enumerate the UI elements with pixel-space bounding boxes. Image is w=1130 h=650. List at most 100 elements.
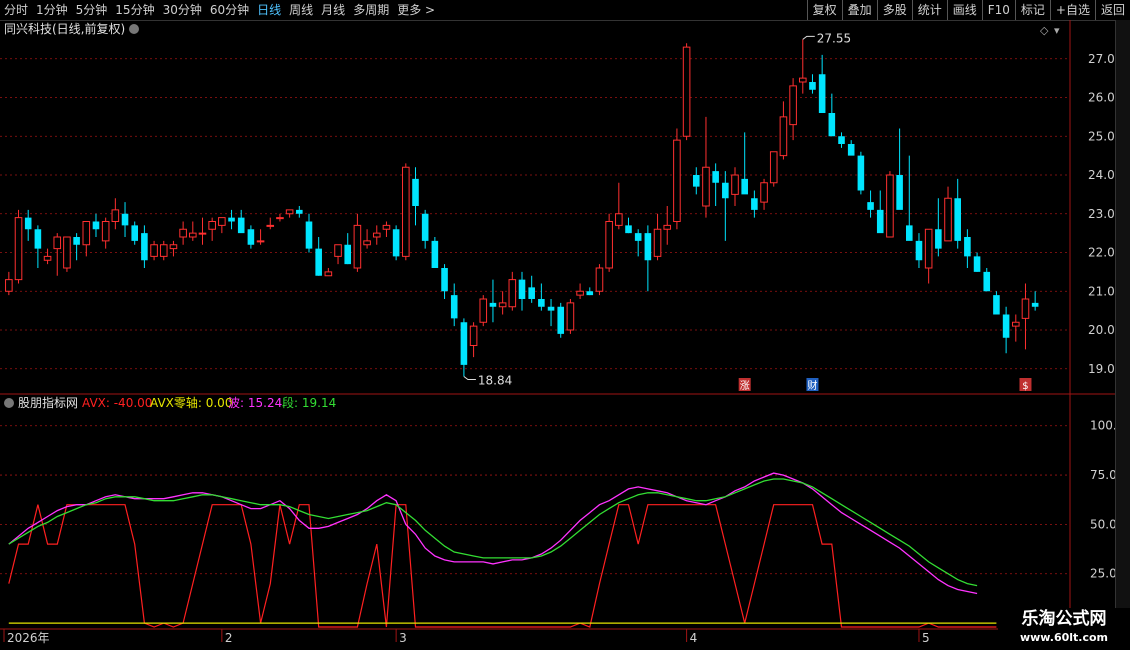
event-marker[interactable]: 财 [807,379,817,392]
candle-body[interactable] [712,171,719,183]
candle-body[interactable] [421,213,429,241]
candle-body[interactable] [372,232,381,238]
tab-period-8[interactable]: 月线 [317,0,349,20]
kline-chart[interactable]: 同兴科技(日线,前复权) ◇ ▾ 19.00 20.00 21.00 22.00 23.00 2… [0,20,1116,650]
candle-body[interactable] [973,256,981,272]
candle-body[interactable] [634,233,642,241]
tool-button-1[interactable]: 叠加 [841,0,877,20]
candle-body[interactable] [798,77,807,83]
candle-body[interactable] [296,209,303,214]
tab-period-4[interactable]: 30分钟 [159,0,206,20]
avx-line[interactable] [8,504,997,628]
candle-body[interactable] [576,290,584,296]
tool-button-7[interactable]: +自选 [1049,0,1095,20]
tab-period-9[interactable]: 多周期 [349,0,393,20]
candle-body[interactable] [625,225,632,234]
candle-body[interactable] [121,213,129,226]
candle-body[interactable] [198,232,207,235]
candle-body[interactable] [538,299,545,307]
candle-body[interactable] [528,287,535,299]
candle-body[interactable] [276,217,284,220]
indicator-dropdown-icon[interactable] [4,398,14,408]
candle-body[interactable] [324,271,333,277]
candle-body[interactable] [82,221,91,246]
candle-body[interactable] [731,174,739,195]
candle-body[interactable] [392,229,400,257]
candle-body[interactable] [896,175,903,210]
candle-body[interactable] [208,221,216,230]
candle-body[interactable] [179,228,187,238]
diamond-icon[interactable]: ◇ [1040,24,1049,37]
candle-body[interactable] [141,233,148,261]
candle-body[interactable] [692,175,700,187]
candle-body[interactable] [159,244,168,257]
candle-body[interactable] [954,198,961,241]
candle-body[interactable] [441,268,448,292]
candle-body[interactable] [653,228,662,257]
candle-body[interactable] [131,225,139,241]
candle-body[interactable] [867,202,874,210]
tab-period-2[interactable]: 5分钟 [72,0,112,20]
candle-body[interactable] [789,85,797,126]
candle-body[interactable] [886,174,894,238]
event-marker[interactable]: 涨 [740,380,750,392]
candle-body[interactable] [189,232,197,238]
wave-line[interactable] [8,472,978,595]
candle-body[interactable] [682,46,691,137]
tool-button-8[interactable]: 返回 [1094,0,1130,20]
candle-body[interactable] [828,113,836,137]
candle-body[interactable] [53,236,62,250]
candle-body[interactable] [479,298,488,323]
candle-body[interactable] [924,228,933,269]
candle-body[interactable] [431,240,439,268]
candle-body[interactable] [857,155,865,191]
settings-caret-icon[interactable]: ▾ [1054,24,1060,37]
candle-body[interactable] [218,217,226,226]
candle-body[interactable] [915,240,923,261]
event-marker[interactable]: $ [1022,381,1028,392]
candle-body[interactable] [944,197,952,242]
candle-body[interactable] [769,151,778,184]
candle-body[interactable] [63,236,71,269]
candle-body[interactable] [1031,302,1039,307]
tab-period-5[interactable]: 60分钟 [206,0,253,20]
tab-period-10[interactable]: 更多 > [393,0,439,20]
candle-body[interactable] [228,217,235,222]
candle-body[interactable] [285,209,294,215]
candle-body[interactable] [24,217,32,230]
candle-body[interactable] [92,221,100,230]
candle-body[interactable] [237,217,245,234]
candle-body[interactable] [983,271,991,292]
candle-body[interactable] [993,295,1000,315]
candle-body[interactable] [595,267,604,292]
tab-period-0[interactable]: 分时 [0,0,32,20]
candle-body[interactable] [334,244,342,257]
tool-button-3[interactable]: 统计 [911,0,947,20]
candle-body[interactable] [256,240,265,243]
candle-body[interactable] [315,248,322,276]
candle-body[interactable] [101,221,110,242]
candle-body[interactable] [847,144,855,156]
tool-button-4[interactable]: 画线 [946,0,982,20]
candle-body[interactable] [905,225,913,241]
candle-body[interactable] [809,82,816,90]
candle-body[interactable] [43,255,52,261]
candle-body[interactable] [344,244,352,265]
candle-body[interactable] [363,240,371,246]
candle-body[interactable] [722,182,729,199]
candle-body[interactable] [508,279,517,308]
candle-body[interactable] [876,209,884,234]
candle-body[interactable] [566,302,575,331]
candle-body[interactable] [663,224,672,230]
candle-body[interactable] [247,229,255,245]
tool-button-6[interactable]: 标记 [1014,0,1050,20]
tool-button-0[interactable]: 复权 [806,0,842,20]
candle-body[interactable] [382,224,391,230]
candle-body[interactable] [150,244,158,257]
candle-body[interactable] [779,116,788,157]
right-scroll-strip[interactable] [1115,20,1130,650]
candle-body[interactable] [605,221,613,269]
candle-body[interactable] [305,221,313,249]
candle-body[interactable] [518,279,526,299]
candle-body[interactable] [489,302,497,307]
